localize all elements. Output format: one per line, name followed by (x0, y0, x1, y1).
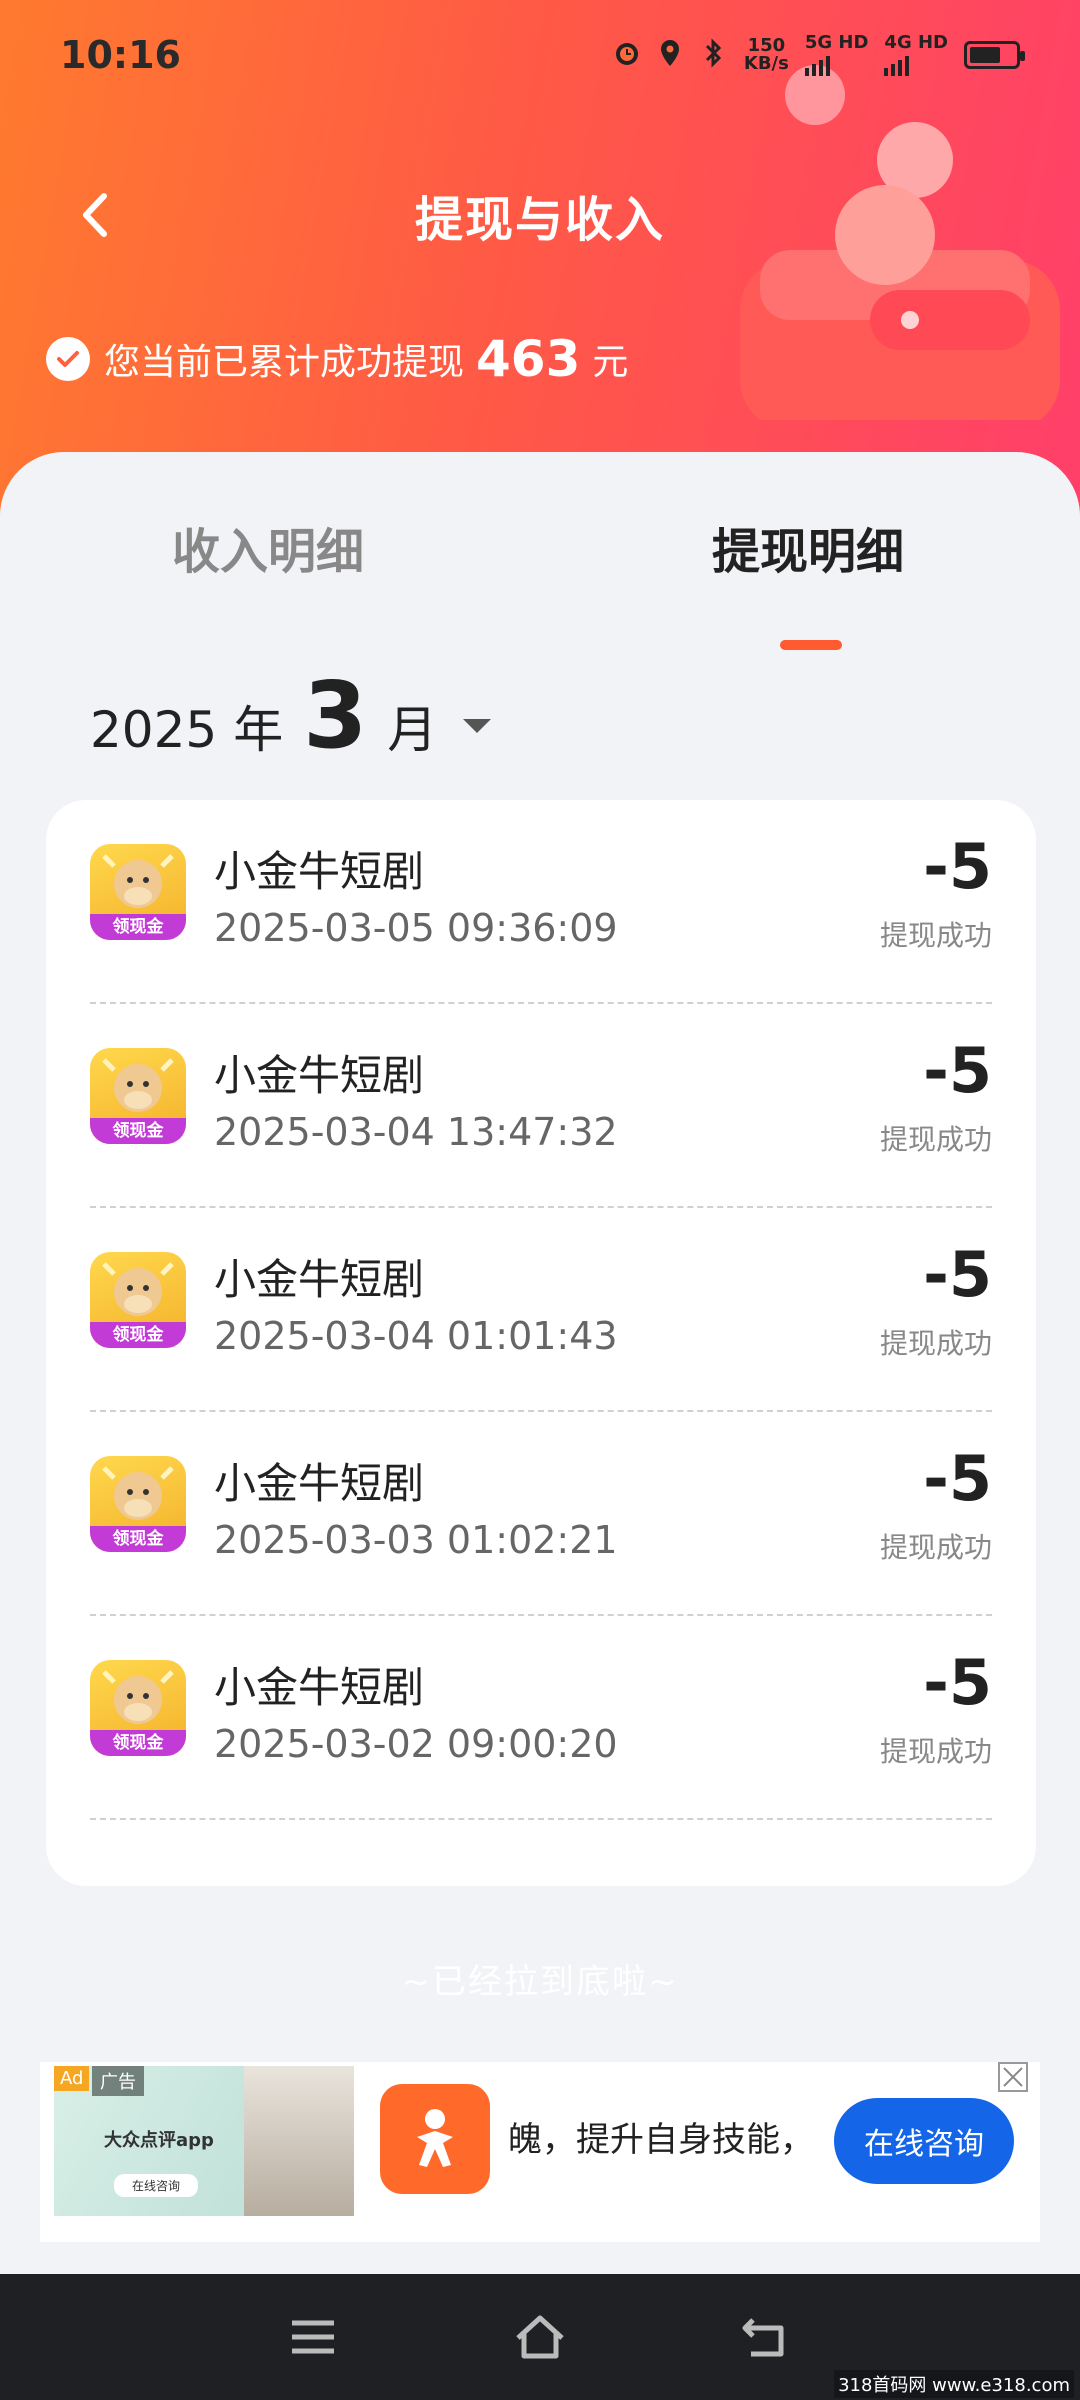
record-amount: -5 (923, 830, 992, 903)
ad-text: 魄，提升自身技能， (508, 2120, 814, 2160)
month-unit: 月 (387, 701, 438, 759)
page-title: 提现与收入 (414, 192, 665, 248)
net-speed: 150 KB/s (743, 35, 789, 74)
back-button[interactable] (70, 190, 120, 240)
status-icons: 150 KB/s 5G HD 4G HD (612, 34, 1025, 76)
list-item[interactable]: 领现金 小金牛短剧 2025-03-04 01:01:43 -5 提现成功 (90, 1208, 992, 1412)
ad-banner[interactable]: 大众点评app 在线咨询 Ad 广告 魄，提升自身技能， 在线咨询 (40, 2062, 1040, 2242)
home-icon (516, 2315, 564, 2359)
location-icon (658, 38, 682, 73)
menu-icon (292, 2320, 335, 2354)
record-status: 提现成功 (879, 1531, 992, 1564)
back-nav-button[interactable] (735, 2305, 799, 2369)
withdraw-summary: 您当前已累计成功提现 463 元 (46, 330, 628, 388)
watermark: 318首码网 www.e318.com (834, 2370, 1074, 2398)
record-amount: -5 (923, 1034, 992, 1107)
app-icon: 领现金 (90, 1660, 186, 1756)
title-bar: 提现与收入 (0, 170, 1080, 260)
caret-down-icon (463, 719, 492, 733)
month-value: 3 (303, 662, 368, 769)
summary-unit: 元 (592, 342, 629, 383)
dianping-logo-icon (380, 2084, 490, 2194)
record-status: 提现成功 (879, 1735, 992, 1768)
tab-income-details[interactable]: 收入明细 (172, 512, 364, 582)
list-item[interactable]: 领现金 小金牛短剧 2025-03-04 13:47:32 -5 提现成功 (90, 1004, 992, 1208)
ad-video-frame (244, 2066, 354, 2216)
ad-label-cn: 广告 (92, 2066, 144, 2096)
home-button[interactable] (508, 2305, 572, 2369)
tab-withdraw-details[interactable]: 提现明细 (712, 512, 904, 582)
sim1-signal: 5G HD (804, 34, 868, 76)
record-time: 2025-03-03 01:02:21 (214, 1518, 618, 1562)
record-time: 2025-03-02 09:00:20 (214, 1722, 618, 1766)
year-unit: 年 (233, 701, 284, 759)
year-value: 2025 (90, 701, 218, 759)
ad-consult-button[interactable]: 在线咨询 (834, 2098, 1014, 2184)
status-bar: 10:16 150 KB/s 5G HD 4G HD (0, 0, 1080, 110)
summary-text: 您当前已累计成功提现 (104, 342, 465, 383)
summary-amount: 463 (476, 330, 581, 388)
content-panel: 收入明细 提现明细 2025 年 3 月 领现金 小金牛短剧 2025-03-0… (0, 452, 1080, 2282)
app-icon: 领现金 (90, 1048, 186, 1144)
system-nav-bar: 318首码网 www.e318.com (0, 2274, 1080, 2400)
list-item[interactable]: 领现金 小金牛短剧 2025-03-02 09:00:20 -5 提现成功 (90, 1616, 992, 1820)
tab-active-indicator (780, 640, 842, 650)
record-amount: -5 (923, 1442, 992, 1515)
withdraw-records-list: 领现金 小金牛短剧 2025-03-05 09:36:09 -5 提现成功 领现… (46, 800, 1036, 1886)
record-amount: -5 (923, 1646, 992, 1719)
ad-thumb-title: 大众点评app (104, 2130, 214, 2151)
record-time: 2025-03-04 01:01:43 (214, 1314, 618, 1358)
app-icon: 领现金 (90, 1252, 186, 1348)
tab-bar: 收入明细 提现明细 (0, 512, 1080, 650)
ad-label: Ad (54, 2066, 90, 2091)
alarm-icon (612, 38, 642, 73)
record-time: 2025-03-05 09:36:09 (214, 906, 618, 950)
sim2-signal: 4G HD (884, 34, 948, 76)
ad-thumb-button: 在线咨询 (114, 2174, 199, 2197)
status-time: 10:16 (60, 33, 181, 77)
record-name: 小金牛短剧 (214, 1663, 425, 1712)
bluetooth-icon (698, 37, 728, 73)
check-circle-icon (46, 337, 90, 381)
record-name: 小金牛短剧 (214, 1255, 425, 1304)
record-status: 提现成功 (879, 1123, 992, 1156)
record-time: 2025-03-04 13:47:32 (214, 1110, 618, 1154)
record-name: 小金牛短剧 (214, 1051, 425, 1100)
chevron-left-icon (83, 193, 107, 237)
app-icon: 领现金 (90, 844, 186, 940)
close-icon[interactable] (998, 2062, 1028, 2092)
battery-icon (964, 41, 1025, 69)
record-name: 小金牛短剧 (214, 1459, 425, 1508)
record-name: 小金牛短剧 (214, 847, 425, 896)
month-picker[interactable]: 2025 年 3 月 (90, 662, 492, 769)
list-item[interactable]: 领现金 小金牛短剧 2025-03-03 01:02:21 -5 提现成功 (90, 1412, 992, 1616)
record-amount: -5 (923, 1238, 992, 1311)
back-arrow-icon (742, 2318, 784, 2357)
menu-button[interactable] (281, 2305, 345, 2369)
record-status: 提现成功 (879, 1327, 992, 1360)
app-icon: 领现金 (90, 1456, 186, 1552)
end-of-list-hint: ~已经拉到底啦~ (401, 1962, 679, 2002)
record-status: 提现成功 (879, 919, 992, 952)
list-item[interactable]: 领现金 小金牛短剧 2025-03-05 09:36:09 -5 提现成功 (90, 800, 992, 1004)
